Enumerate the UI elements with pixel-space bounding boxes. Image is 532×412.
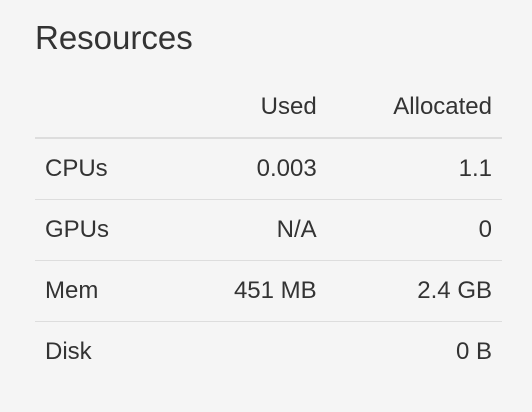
row-name: CPUs bbox=[35, 138, 175, 200]
panel-title: Resources bbox=[35, 19, 193, 56]
row-allocated: 2.4 GB bbox=[326, 260, 502, 322]
row-allocated: 0 bbox=[326, 199, 502, 261]
row-name: GPUs bbox=[35, 199, 175, 261]
resources-panel: Resources Used Allocated CPUs 0.003 1.1 … bbox=[35, 0, 502, 412]
row-used: 451 MB bbox=[175, 260, 327, 322]
row-used: 0.003 bbox=[175, 138, 327, 200]
row-used: N/A bbox=[175, 199, 327, 261]
header-allocated: Allocated bbox=[326, 77, 502, 139]
resources-table: Used Allocated CPUs 0.003 1.1 GPUs N/A 0… bbox=[35, 77, 502, 382]
row-allocated: 1.1 bbox=[326, 138, 502, 200]
row-name: Mem bbox=[35, 260, 175, 322]
header-used: Used bbox=[175, 77, 327, 139]
row-name: Disk bbox=[45, 337, 92, 365]
table-row-gpus: GPUs N/A 0 bbox=[35, 199, 502, 261]
header-resource bbox=[35, 77, 175, 139]
table-row-cpus: CPUs 0.003 1.1 bbox=[35, 138, 502, 200]
row-used bbox=[175, 321, 327, 382]
table-header-row: Used Allocated bbox=[35, 77, 502, 139]
row-allocated: 0 B bbox=[455, 337, 492, 365]
table-row-mem: Mem 451 MB 2.4 GB bbox=[35, 260, 502, 322]
table-row-disk: Disk 0 B bbox=[35, 321, 502, 382]
